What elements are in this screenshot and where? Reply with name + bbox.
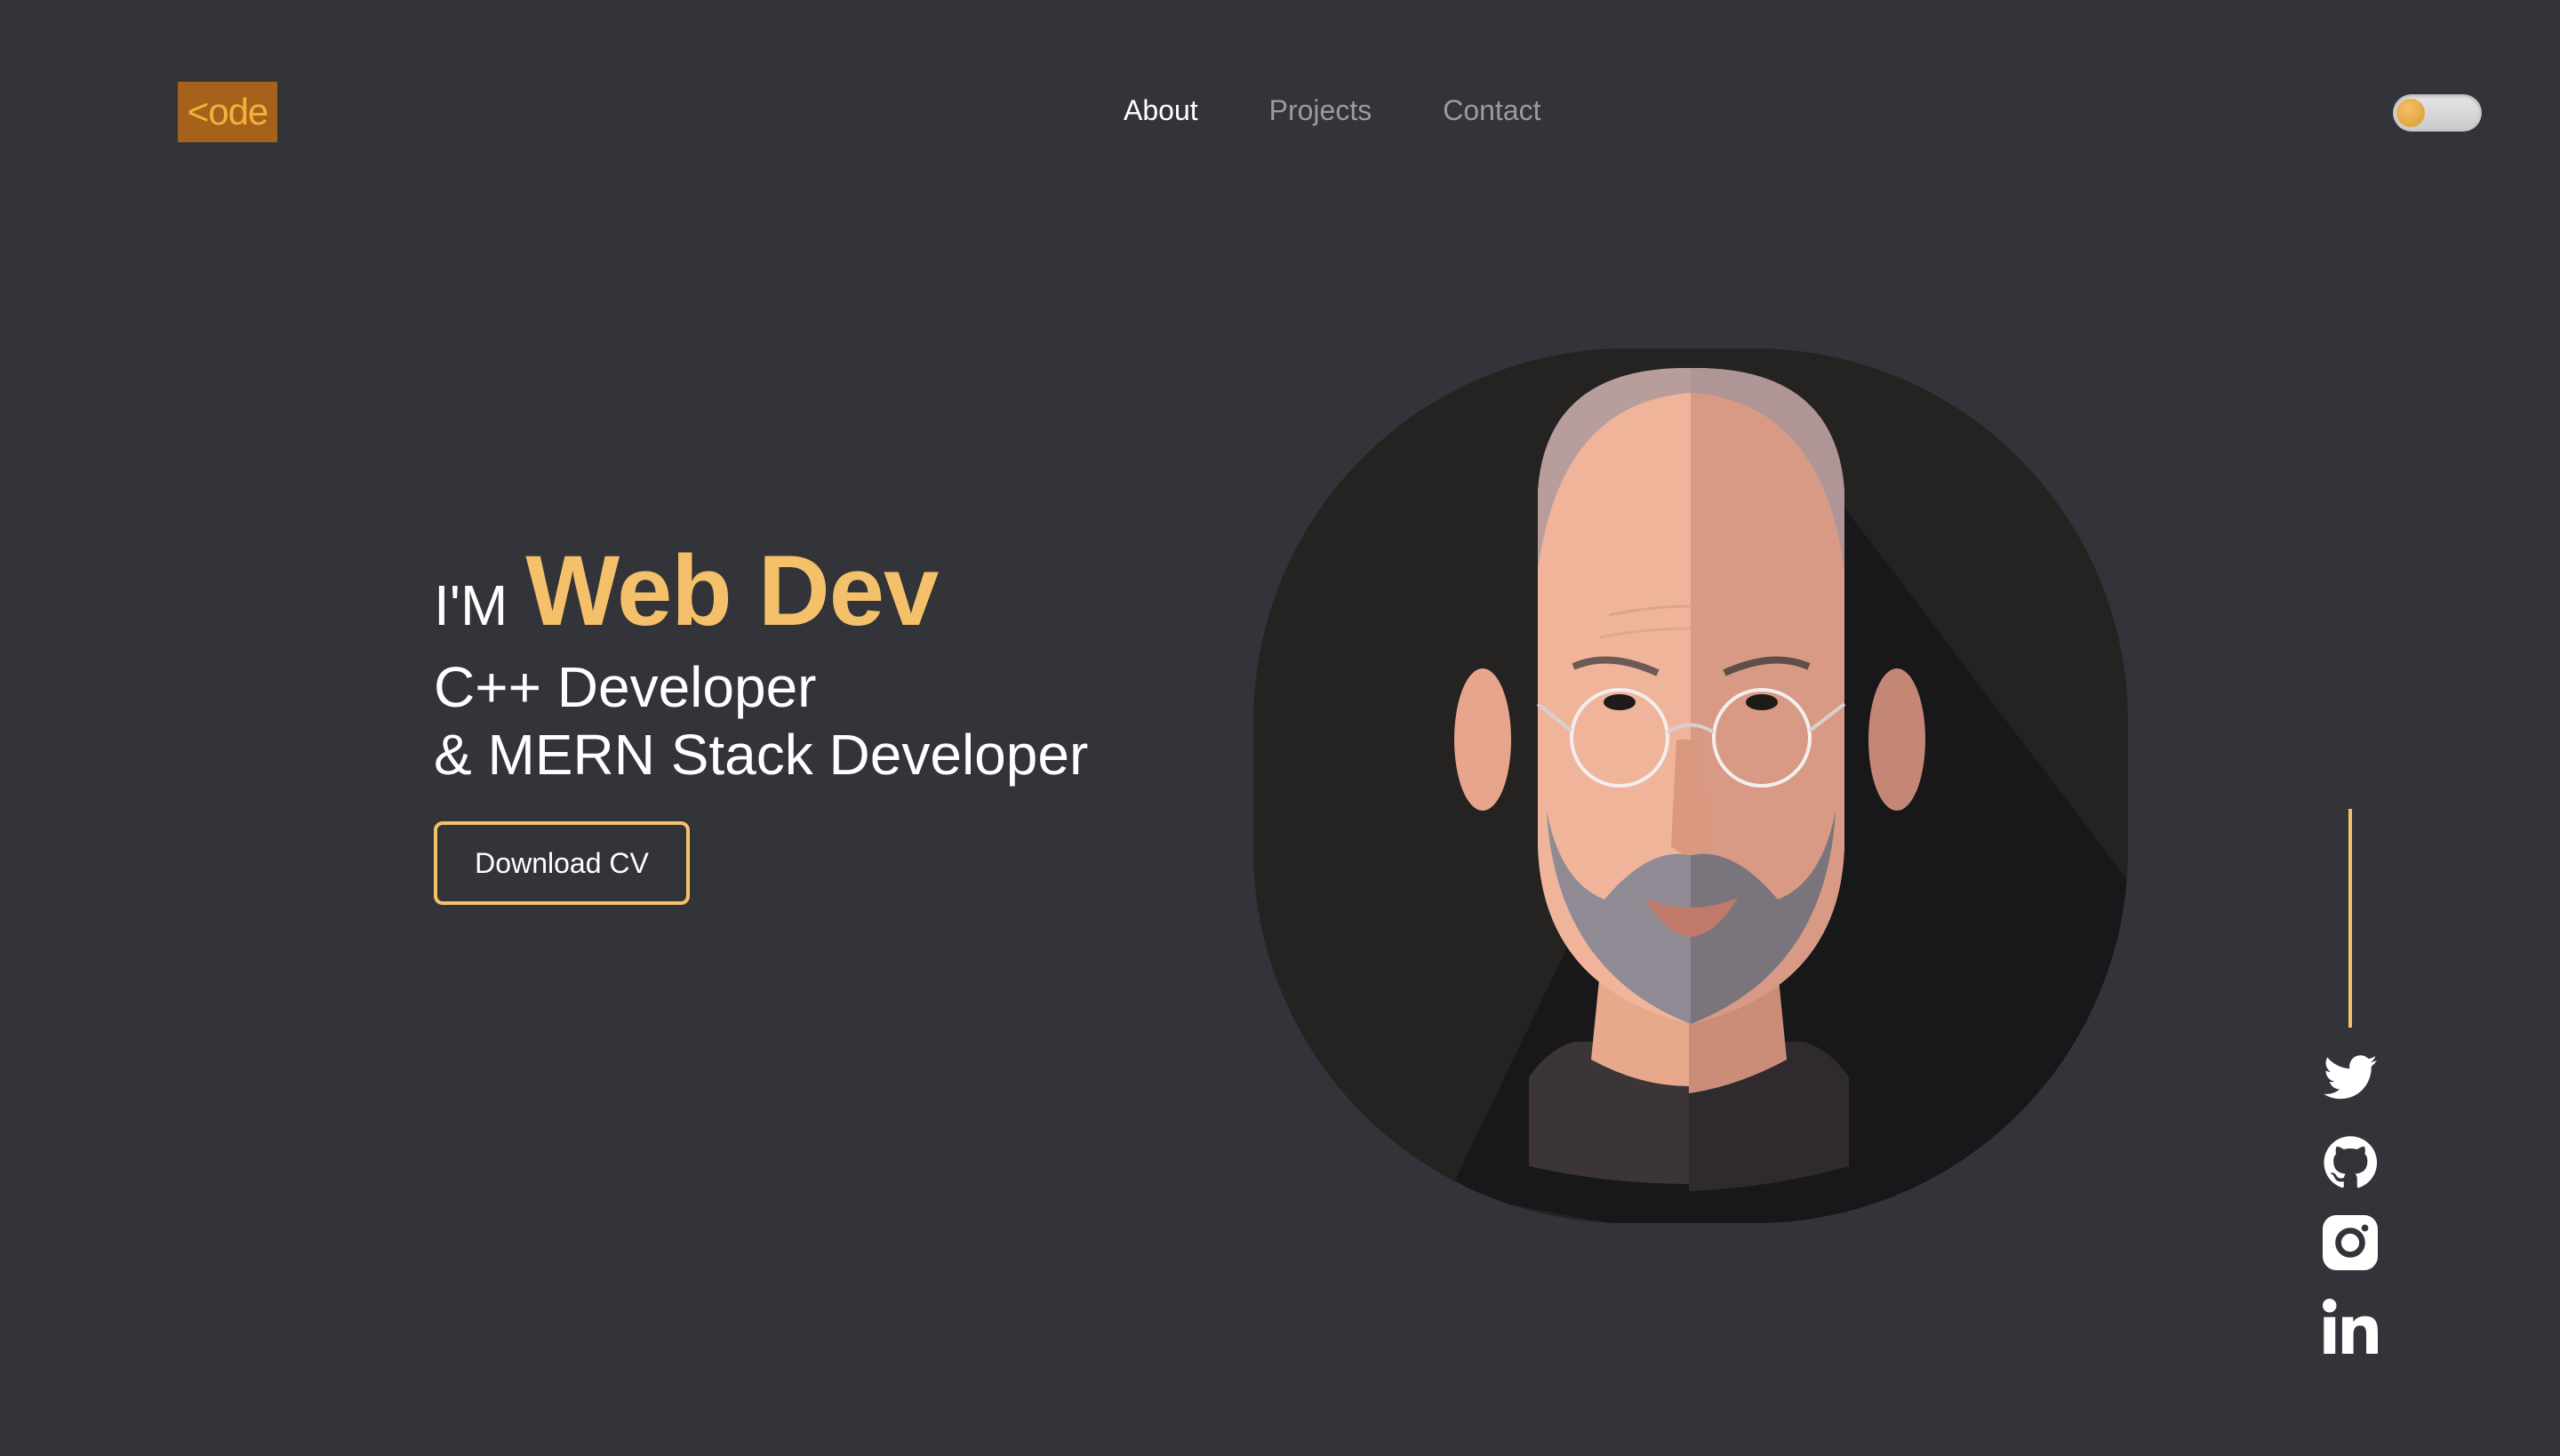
nav-about-link[interactable]: About <box>1124 94 1198 127</box>
avatar <box>1253 348 2128 1223</box>
download-cv-button[interactable]: Download CV <box>434 821 690 905</box>
avatar-illustration <box>1449 367 2128 1223</box>
hero-subtitle-mern: & MERN Stack Developer <box>434 723 1089 787</box>
theme-toggle[interactable] <box>2393 94 2482 132</box>
hero-role: Web Dev <box>525 535 939 646</box>
instagram-icon[interactable] <box>2322 1214 2379 1271</box>
hero-subtitle-cpp: C++ Developer <box>434 655 817 719</box>
github-icon[interactable] <box>2322 1134 2379 1191</box>
theme-toggle-icon <box>2396 99 2425 127</box>
hero-text: I'M Web Dev C++ Developer & MERN Stack D… <box>434 533 1088 788</box>
nav-projects-link[interactable]: Projects <box>1269 94 1372 127</box>
social-divider <box>2348 809 2352 1028</box>
linkedin-icon[interactable] <box>2322 1298 2379 1355</box>
hero-intro: I'M <box>434 573 508 637</box>
main-nav: About Projects Contact <box>1124 94 1541 127</box>
logo[interactable]: <ode <box>178 82 277 142</box>
nav-contact-link[interactable]: Contact <box>1443 94 1540 127</box>
twitter-icon[interactable] <box>2322 1049 2379 1106</box>
portfolio-page: <ode About Projects Contact I'M Web Dev … <box>0 0 2560 1456</box>
hero-heading: I'M Web Dev <box>434 533 1088 648</box>
